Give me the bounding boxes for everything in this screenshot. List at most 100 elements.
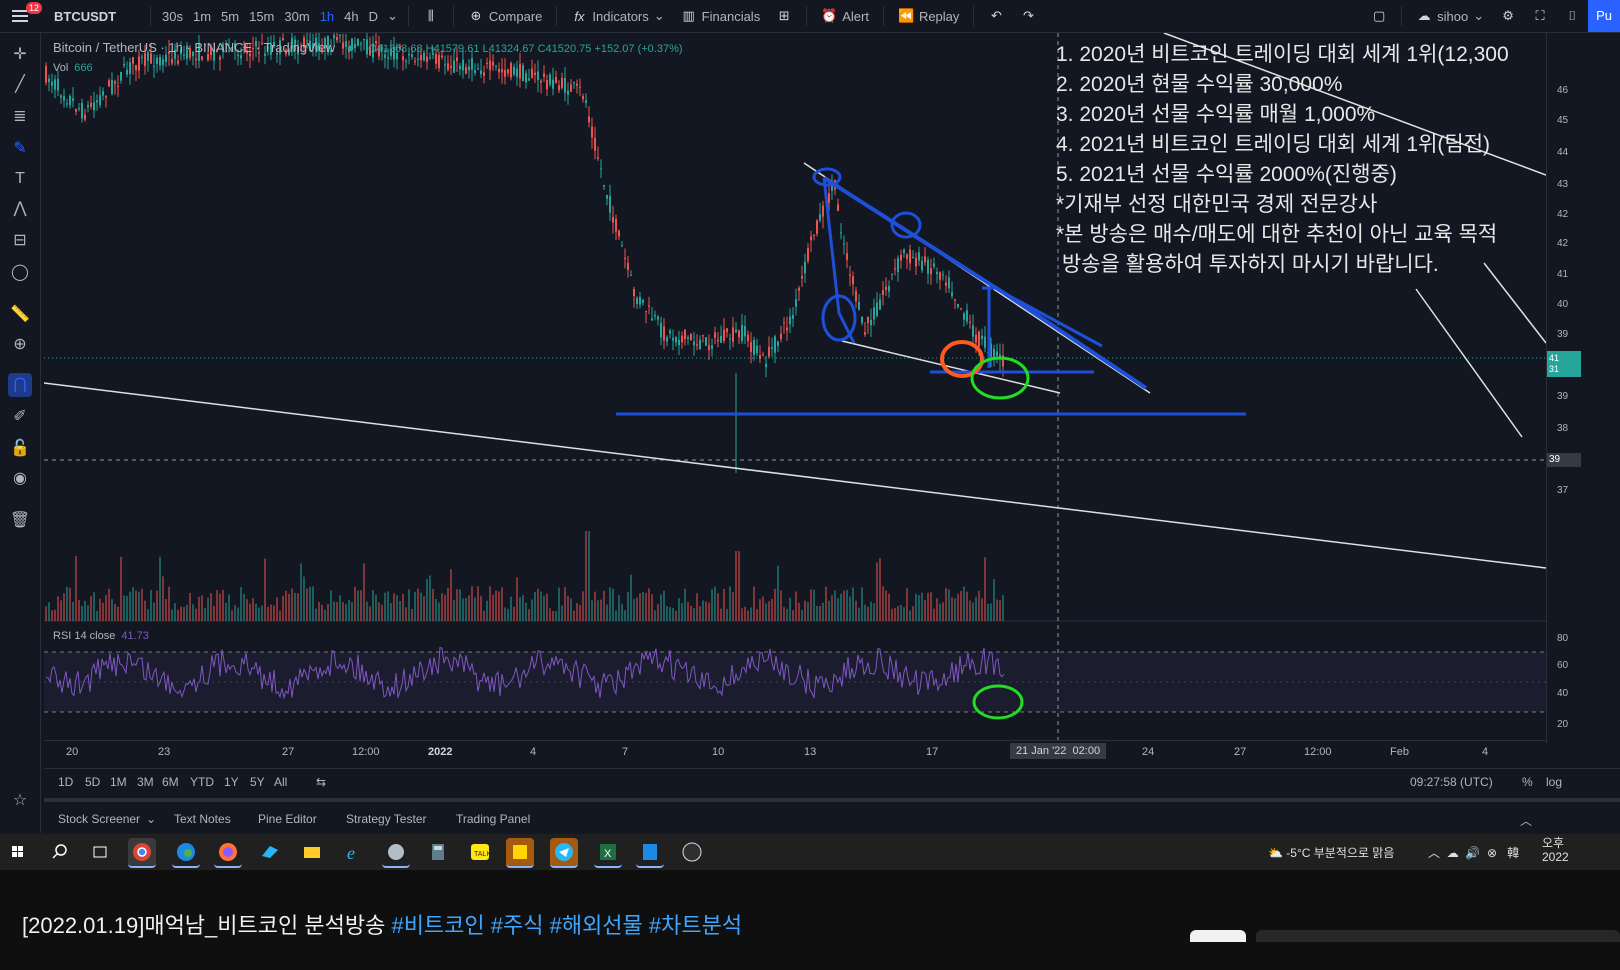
range-1y[interactable]: 1Y: [224, 775, 239, 789]
timeframe-4h[interactable]: 4h: [339, 9, 363, 24]
chart-type-button[interactable]: ⫼: [415, 8, 447, 24]
bottom-tab[interactable]: Trading Panel: [456, 812, 530, 826]
range-all[interactable]: All: [274, 775, 287, 789]
app-icon[interactable]: [636, 838, 664, 868]
star-icon[interactable]: ☆: [8, 789, 32, 813]
hashtag-link[interactable]: #차트분석: [649, 913, 742, 938]
chevron-down-icon: ⌄: [1473, 8, 1485, 23]
layout-toggle-button[interactable]: ▢: [1363, 8, 1395, 24]
ruler-icon[interactable]: 📏: [8, 303, 32, 327]
range-6m[interactable]: 6M: [162, 775, 179, 789]
price-axis[interactable]: 46454443424241403939383837 41 31 39 8060…: [1546, 33, 1620, 743]
crosshair-icon[interactable]: ✛: [8, 43, 32, 67]
subscribe-button[interactable]: [1190, 930, 1246, 942]
range-5y[interactable]: 5Y: [250, 775, 265, 789]
close-circle-icon[interactable]: ⊗: [1487, 846, 1497, 860]
timeframe-1m[interactable]: 1m: [188, 9, 216, 24]
network-icon[interactable]: ☁: [1447, 846, 1459, 860]
bird-app-icon[interactable]: [256, 838, 284, 866]
utc-clock[interactable]: 09:27:58 (UTC): [1410, 775, 1493, 789]
bottom-tab[interactable]: Pine Editor: [258, 812, 317, 826]
range-5d[interactable]: 5D: [85, 775, 100, 789]
settings-button[interactable]: ⚙: [1492, 8, 1524, 24]
undo-button[interactable]: ↶: [980, 8, 1012, 24]
symbol-search[interactable]: BTCUSDT: [54, 9, 144, 24]
range-3m[interactable]: 3M: [137, 775, 154, 789]
ime-icon[interactable]: 韓: [1507, 846, 1519, 860]
trend-line-icon[interactable]: ╱: [8, 73, 32, 97]
screenshot-button[interactable]: ⌷: [1556, 8, 1588, 24]
volume-bar: [99, 598, 101, 621]
range-ytd[interactable]: YTD: [190, 775, 214, 789]
redo-button[interactable]: ↷: [1012, 8, 1044, 24]
log-toggle[interactable]: log: [1546, 775, 1562, 789]
excel-icon[interactable]: X: [594, 838, 622, 868]
windows-start-icon[interactable]: [4, 838, 32, 866]
alert-button[interactable]: ⏰ Alert: [813, 8, 877, 24]
hashtag-link[interactable]: #해외선물: [550, 913, 649, 938]
taskbar-clock[interactable]: 오후 2022: [1542, 836, 1569, 864]
hashtag-link[interactable]: #주식: [491, 913, 550, 938]
task-view-icon[interactable]: [86, 838, 114, 866]
volume-icon[interactable]: 🔊: [1465, 846, 1480, 860]
percent-toggle[interactable]: %: [1522, 775, 1533, 789]
volume-bar: [237, 607, 239, 621]
publish-button[interactable]: Pu: [1588, 0, 1620, 32]
range-1m[interactable]: 1M: [110, 775, 127, 789]
replay-button[interactable]: ⏪ Replay: [890, 8, 967, 24]
fib-icon[interactable]: ≣: [8, 105, 32, 129]
edge-icon[interactable]: [172, 838, 200, 868]
obs-icon[interactable]: [678, 838, 706, 866]
brush-icon[interactable]: ✎: [8, 137, 32, 161]
lock-drawing-icon[interactable]: ✐: [8, 405, 32, 429]
internet-explorer-icon[interactable]: e: [340, 838, 368, 866]
pattern-icon[interactable]: ⋀: [8, 197, 32, 221]
tablet-app-icon[interactable]: [382, 838, 410, 868]
goto-date-icon[interactable]: ⇆: [316, 775, 326, 789]
file-explorer-icon[interactable]: [298, 838, 326, 866]
fullscreen-button[interactable]: ⛶: [1524, 8, 1556, 24]
timeframe-30m[interactable]: 30m: [279, 9, 314, 24]
hashtag-link[interactable]: #비트코인: [391, 913, 490, 938]
chevron-down-icon[interactable]: ⌄: [146, 812, 156, 826]
bottom-tab[interactable]: Stock Screener: [58, 812, 140, 826]
trash-icon[interactable]: 🗑: [8, 509, 32, 533]
bottom-tab[interactable]: Strategy Tester: [346, 812, 426, 826]
bottom-tab[interactable]: Text Notes: [174, 812, 231, 826]
time-axis[interactable]: 20 23 27 12:00 2022 4 7 10 13 17 24 27 12:00 Feb 4 21 …: [44, 740, 1546, 763]
indicators-button[interactable]: fx Indicators ⌄: [563, 8, 672, 24]
telegram-icon[interactable]: [550, 838, 578, 868]
menu-button[interactable]: 12: [0, 0, 43, 32]
chrome-icon[interactable]: [128, 838, 156, 868]
timeframe-D[interactable]: D: [364, 9, 383, 24]
magnet-icon[interactable]: ⋂: [8, 373, 32, 397]
financials-button[interactable]: ▥ Financials: [673, 8, 769, 24]
video-title[interactable]: [2022.01.19]매억남_비트코인 분석방송 #비트코인 #주식 #해외선…: [22, 908, 742, 940]
timeframe-dropdown-icon[interactable]: ⌄: [383, 8, 402, 24]
range-1d[interactable]: 1D: [58, 775, 73, 789]
candle-body: [939, 272, 941, 280]
layout-name-button[interactable]: ☁ sihoo ⌄: [1408, 8, 1492, 24]
lock-icon[interactable]: 🔓: [8, 437, 32, 461]
shapes-icon[interactable]: ◯: [8, 261, 32, 285]
prediction-icon[interactable]: ⊟: [8, 229, 32, 253]
action-bar[interactable]: [1256, 930, 1620, 942]
timeframe-15m[interactable]: 15m: [244, 9, 279, 24]
eye-icon[interactable]: ◉: [8, 467, 32, 491]
calculator-icon[interactable]: [424, 838, 452, 866]
search-icon[interactable]: [46, 838, 74, 866]
volume-bar: [291, 588, 293, 621]
sticky-notes-icon[interactable]: [506, 838, 534, 868]
kakaotalk-icon[interactable]: TALK: [466, 838, 494, 866]
text-icon[interactable]: T: [8, 167, 32, 191]
timeframe-5m[interactable]: 5m: [216, 9, 244, 24]
timeframe-30s[interactable]: 30s: [157, 9, 188, 24]
collapse-panel-icon[interactable]: ︿: [1520, 812, 1532, 829]
timeframe-1h[interactable]: 1h: [315, 9, 339, 24]
zoom-in-icon[interactable]: ⊕: [8, 333, 32, 357]
weather-widget[interactable]: ⛅ -5°C 부분적으로 맑음: [1268, 844, 1394, 861]
chevron-up-icon[interactable]: ︿: [1428, 846, 1440, 860]
firefox-icon[interactable]: [214, 838, 242, 868]
templates-button[interactable]: ⊞: [768, 8, 800, 24]
compare-button[interactable]: ⊕ Compare: [460, 8, 550, 24]
